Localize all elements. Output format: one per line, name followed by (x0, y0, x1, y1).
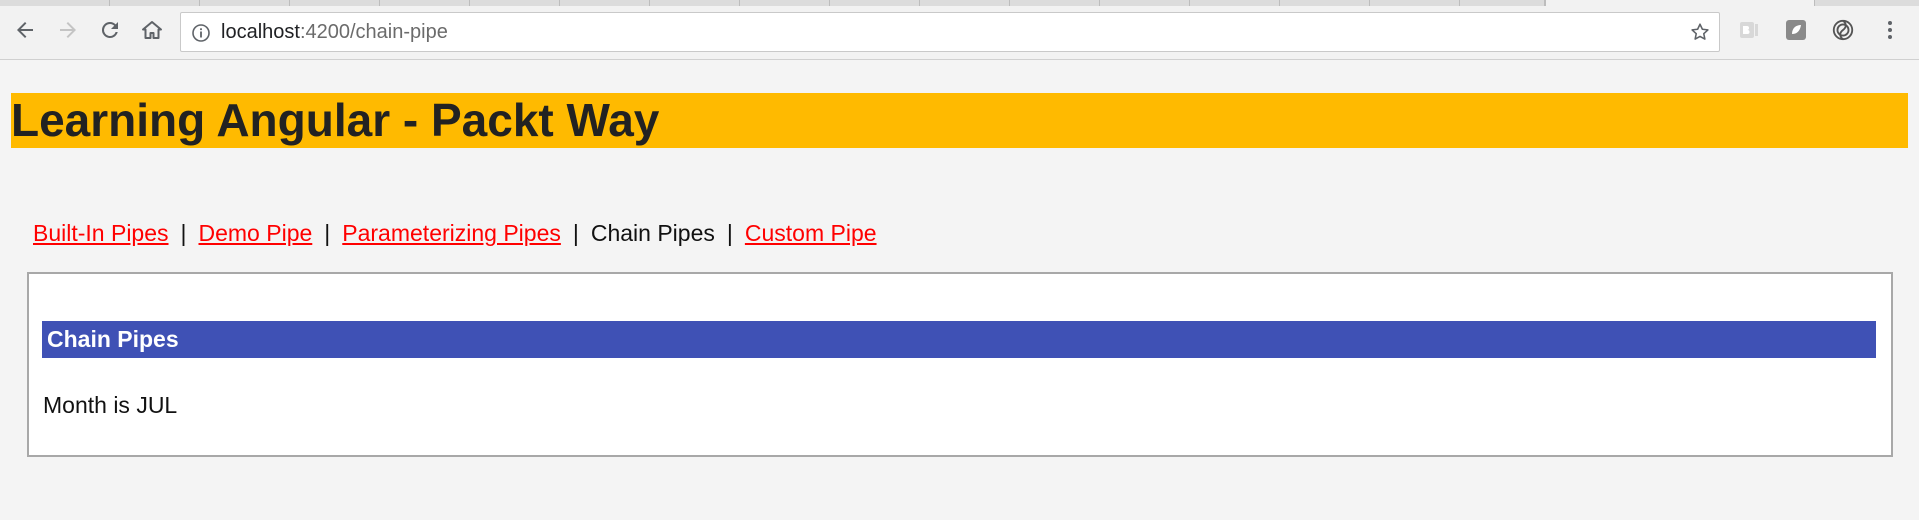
browser-tab[interactable] (380, 0, 470, 6)
address-bar[interactable]: localhost:4200/chain-pipe (180, 12, 1720, 52)
panel-title: Chain Pipes (42, 321, 1876, 358)
home-button[interactable] (136, 14, 168, 46)
page-header: Learning Angular - Packt Way (11, 93, 1908, 148)
browser-toolbar: localhost:4200/chain-pipe (0, 0, 1919, 60)
browser-tab[interactable] (1280, 0, 1370, 6)
browser-tab[interactable] (1190, 0, 1280, 6)
browser-tab[interactable] (1370, 0, 1460, 6)
browser-tab[interactable] (560, 0, 650, 6)
gray-extension-button[interactable] (1784, 18, 1808, 42)
bi-extension-button[interactable] (1737, 18, 1761, 42)
nav-separator: | (572, 220, 579, 246)
url-text[interactable]: localhost:4200/chain-pipe (221, 13, 448, 51)
star-icon[interactable] (1689, 21, 1711, 43)
url-host: localhost (221, 21, 300, 43)
gray-extension-icon (1786, 20, 1806, 40)
browser-tab[interactable] (1100, 0, 1190, 6)
nav-separator: | (324, 220, 331, 246)
browser-tab[interactable] (470, 0, 560, 6)
nav-separator: | (726, 220, 733, 246)
month-text: Month is JUL (43, 392, 178, 418)
browser-tab[interactable] (200, 0, 290, 6)
nav-link-built-in-pipes[interactable]: Built-In Pipes (33, 220, 169, 246)
nav-current-chain-pipes: Chain Pipes (590, 220, 715, 246)
browser-menu-button[interactable] (1878, 18, 1902, 42)
browser-tab[interactable] (1010, 0, 1100, 6)
reload-icon (101, 21, 118, 38)
content-panel: Chain Pipes Month is JUL (27, 272, 1893, 457)
browser-tab[interactable] (290, 0, 380, 6)
nav-separator: | (180, 220, 187, 246)
browser-tab[interactable] (0, 0, 110, 6)
bi-extension-icon (1740, 22, 1758, 38)
url-path: :4200/chain-pipe (299, 21, 448, 43)
nav-link-demo-pipe[interactable]: Demo Pipe (199, 220, 313, 246)
browser-tab[interactable] (1460, 0, 1545, 6)
nav-link-parameterizing-pipes[interactable]: Parameterizing Pipes (342, 220, 561, 246)
browser-tab-active[interactable] (1545, 0, 1815, 6)
page-title: Learning Angular - Packt Way (11, 94, 660, 146)
arrow-left-icon (17, 22, 33, 38)
more-vert-icon (1888, 21, 1892, 39)
swirl-extension-button[interactable] (1831, 18, 1855, 42)
pipe-nav: Built-In Pipes | Demo Pipe | Parameterizing … (33, 218, 877, 248)
tab-strip (0, 0, 1919, 6)
back-button[interactable] (9, 14, 41, 46)
swirl-extension-icon (1832, 19, 1854, 41)
home-icon (142, 21, 162, 39)
browser-tab[interactable] (920, 0, 1010, 6)
browser-tab[interactable] (110, 0, 200, 6)
nav-link-custom-pipe[interactable]: Custom Pipe (745, 220, 877, 246)
browser-tab[interactable] (650, 0, 740, 6)
forward-button[interactable] (52, 14, 84, 46)
info-icon[interactable] (191, 23, 211, 43)
arrow-right-icon (60, 22, 76, 38)
browser-tab[interactable] (740, 0, 830, 6)
reload-button[interactable] (94, 14, 126, 46)
browser-tab[interactable] (830, 0, 920, 6)
